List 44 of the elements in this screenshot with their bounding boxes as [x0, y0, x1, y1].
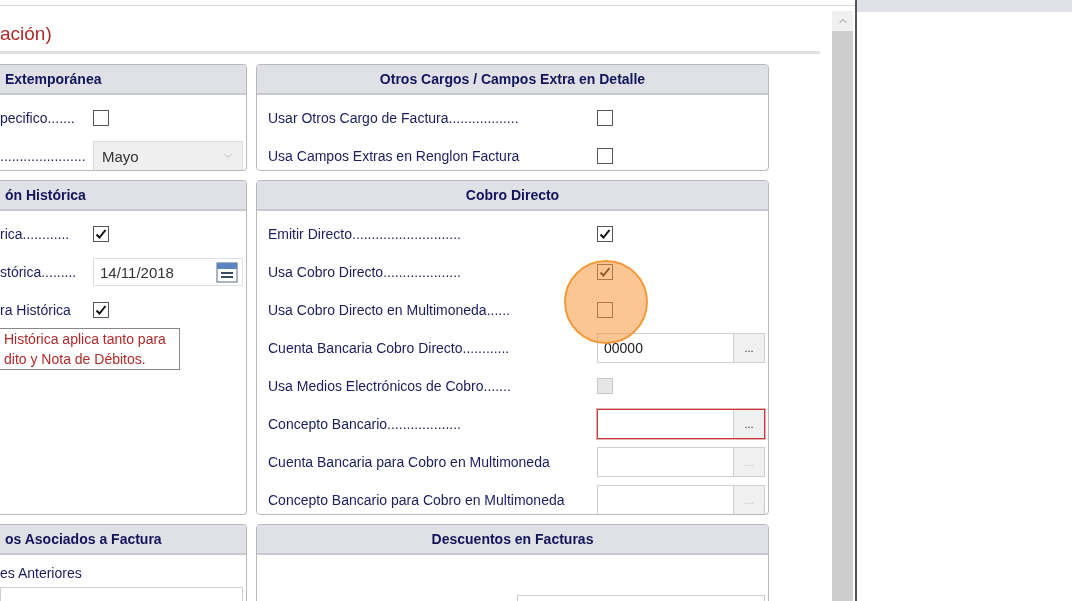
- check-icon: [599, 228, 611, 240]
- field-label: Cuenta Bancaria Cobro Directo............: [268, 340, 511, 356]
- scrollbar[interactable]: [832, 11, 853, 601]
- month-select[interactable]: Mayo: [93, 141, 243, 170]
- lookup-field[interactable]: 00000 ...: [597, 333, 765, 363]
- checkbox[interactable]: [597, 110, 613, 126]
- field-label: Concepto Bancario...................: [268, 416, 462, 432]
- panel-header: Cobro Directo: [257, 181, 768, 211]
- date-field[interactable]: 14/11/2018: [93, 258, 243, 286]
- panel-header: Extemporánea: [0, 65, 246, 95]
- field-label: Usa Cobro Directo....................: [268, 264, 462, 280]
- checkbox[interactable]: [93, 226, 109, 242]
- calendar-icon: [216, 261, 238, 283]
- field-label: stórica.........: [0, 264, 78, 280]
- panel-header: os Asociados a Factura: [0, 525, 246, 555]
- checkbox[interactable]: [597, 302, 613, 318]
- checkbox[interactable]: [93, 110, 109, 126]
- field-label: ra Histórica: [0, 302, 72, 318]
- check-icon: [599, 266, 611, 278]
- field-label: pecifico.......: [0, 110, 76, 126]
- field-label: Concepto Bancario para Cobro en Multimoneda: [268, 492, 566, 508]
- panel-header: Otros Cargos / Campos Extra en Detalle: [257, 65, 768, 95]
- browse-button[interactable]: ...: [733, 410, 764, 438]
- field-label: rica............: [0, 226, 71, 242]
- panel-header: ón Histórica: [0, 181, 246, 211]
- checkbox[interactable]: [597, 226, 613, 242]
- warning-note: Histórica aplica tanto para dito y Nota de Débitos.: [0, 327, 180, 370]
- field-label: ......................: [0, 148, 87, 164]
- browse-button[interactable]: ...: [733, 334, 764, 362]
- section-title: ación): [0, 6, 820, 54]
- checkbox[interactable]: [597, 264, 613, 280]
- field-label: Usa Medios Electrónicos de Cobro.......: [268, 378, 512, 394]
- check-icon: [95, 228, 107, 240]
- field-label: Usar Otros Cargo de Factura..................: [268, 110, 520, 126]
- field-label: es Anteriores: [0, 564, 83, 583]
- lookup-field[interactable]: ...: [597, 409, 765, 439]
- field-label: Usa Campos Extras en Renglon Factura: [268, 148, 521, 164]
- checkbox[interactable]: [93, 302, 109, 318]
- checkbox[interactable]: [597, 148, 613, 164]
- field-label: Cuenta Bancaria para Cobro en Multimoneda: [268, 454, 551, 470]
- panel-header: Descuentos en Facturas: [257, 525, 768, 555]
- field-label: Emitir Directo............................: [268, 226, 462, 242]
- check-icon: [95, 304, 107, 316]
- field-label: Usa Cobro Directo en Multimoneda......: [268, 302, 511, 318]
